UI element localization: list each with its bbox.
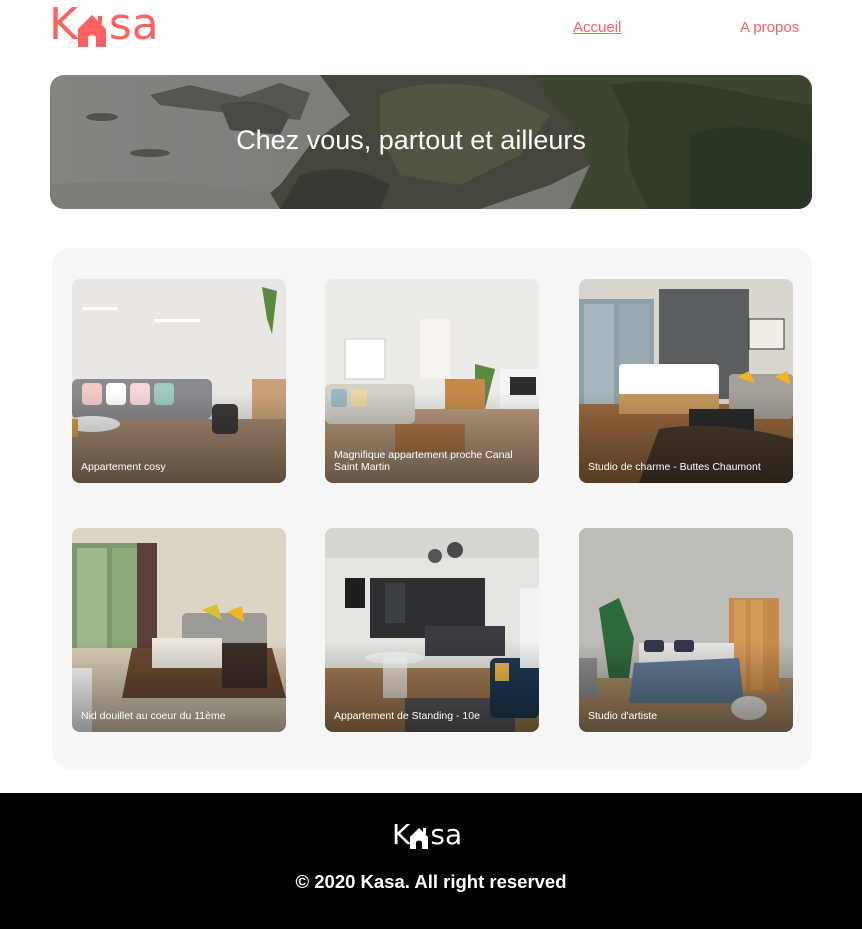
hero-banner: Chez vous, partout et ailleurs	[50, 75, 812, 209]
logo-letter-k: K	[49, 0, 78, 50]
house-icon	[410, 828, 429, 849]
listing-title: Studio de charme - Buttes Chaumont	[588, 461, 761, 473]
listing-title: Studio d'artiste	[588, 710, 658, 722]
listing-title: Magnifique appartement proche Canal Sain…	[334, 449, 513, 473]
nav-link-accueil[interactable]: Accueil	[573, 19, 621, 36]
footer: K sa © 2020 Kasa. All right reserved	[0, 793, 862, 929]
logo-letters-sa: sa	[108, 0, 159, 50]
listing-title: Appartement de Standing - 10e	[334, 710, 480, 722]
listing-card[interactable]: Magnifique appartement proche Canal Sain…	[325, 279, 539, 483]
nav-link-a-propos[interactable]: A propos	[740, 19, 799, 36]
kasa-logo[interactable]: K sa	[49, 3, 159, 47]
footer-logo-letter-k: K	[392, 818, 411, 851]
footer-logo: K sa	[392, 821, 462, 849]
listing-card[interactable]: Nid douillet au coeur du 11ème	[72, 528, 286, 732]
listings-gallery: Appartement cosy Magnifique appartement …	[52, 248, 812, 769]
listing-title: Nid douillet au coeur du 11ème	[81, 710, 226, 722]
card-gradient	[72, 279, 286, 483]
listing-card[interactable]: Studio d'artiste	[579, 528, 793, 732]
listing-title: Appartement cosy	[81, 461, 166, 473]
copyright-text: © 2020 Kasa. All right reserved	[295, 871, 567, 892]
card-gradient	[72, 528, 286, 732]
card-gradient	[579, 528, 793, 732]
card-gradient	[579, 279, 793, 483]
header: K sa Accueil A propos	[0, 0, 862, 60]
listing-card[interactable]: Studio de charme - Buttes Chaumont	[579, 279, 793, 483]
listing-card[interactable]: Appartement de Standing - 10e	[325, 528, 539, 732]
banner-title: Chez vous, partout et ailleurs	[236, 125, 586, 155]
footer-logo-letters-sa: sa	[430, 818, 463, 851]
listing-card[interactable]: Appartement cosy	[72, 279, 286, 483]
card-gradient	[325, 528, 539, 732]
house-icon	[77, 15, 106, 47]
